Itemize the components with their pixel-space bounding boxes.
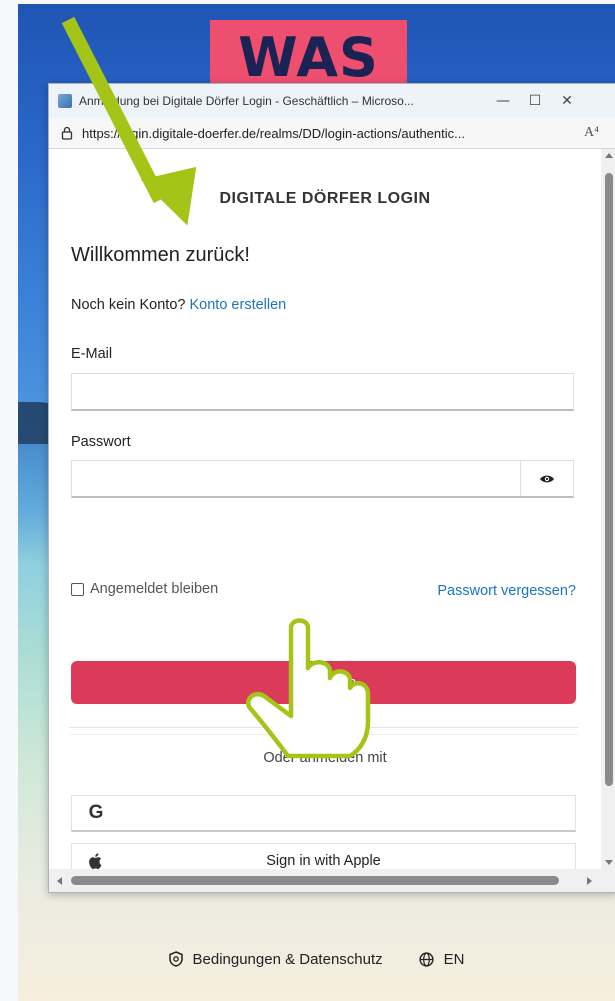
horizontal-scrollbar[interactable]	[49, 869, 615, 892]
apple-login-button[interactable]: Sign in with Apple	[71, 843, 576, 869]
browser-page-icon	[58, 94, 72, 108]
login-page: DIGITALE DÖRFER LOGIN Willkommen zurück!…	[49, 149, 601, 869]
apple-login-label: Sign in with Apple	[266, 853, 381, 869]
cookie-shield-icon	[168, 951, 183, 967]
remember-label: Angemeldet bleiben	[90, 581, 219, 597]
vertical-scrollbar[interactable]	[601, 149, 615, 869]
email-label: E-Mail	[71, 346, 113, 362]
google-icon: G	[88, 802, 104, 823]
lock-icon[interactable]	[61, 126, 73, 140]
window-title: Anmeldung bei Digitale Dörfer Login - Ge…	[79, 94, 414, 108]
no-account-text: Noch kein Konto?	[71, 297, 186, 313]
no-account-line: Noch kein Konto? Konto erstellen	[71, 297, 286, 313]
create-account-link[interactable]: Konto erstellen	[190, 297, 287, 313]
language-label: EN	[443, 950, 465, 968]
password-label: Passwort	[71, 434, 131, 450]
close-button[interactable]: ✕	[551, 84, 583, 118]
minimize-button[interactable]: —	[487, 84, 519, 118]
brand-logo-text: WAS	[238, 26, 379, 89]
scroll-down-arrow-icon[interactable]	[605, 860, 613, 865]
horizontal-scroll-thumb[interactable]	[71, 876, 559, 885]
read-aloud-icon[interactable]: A⁴	[584, 125, 599, 141]
password-field-box	[71, 460, 574, 498]
scroll-right-arrow-icon[interactable]	[587, 877, 592, 885]
remember-checkbox[interactable]	[71, 582, 84, 596]
forgot-password-link[interactable]: Passwort vergessen?	[437, 583, 576, 599]
divider	[69, 727, 578, 735]
login-popup-window: Anmeldung bei Digitale Dörfer Login - Ge…	[48, 83, 615, 893]
password-field[interactable]	[72, 461, 521, 496]
or-login-with-text: Oder anmelden mit	[263, 750, 387, 766]
brand-logo: WAS	[210, 20, 407, 90]
window-titlebar[interactable]: Anmeldung bei Digitale Dörfer Login - Ge…	[49, 84, 615, 118]
email-field[interactable]	[72, 374, 573, 409]
scroll-up-arrow-icon[interactable]	[605, 153, 613, 158]
maximize-button[interactable]: ☐	[519, 84, 551, 118]
remember-me[interactable]: Angemeldet bleiben	[71, 581, 218, 597]
realm-title: DIGITALE DÖRFER LOGIN	[219, 190, 431, 207]
globe-icon	[419, 951, 434, 967]
terms-label: Bedingungen & Datenschutz	[192, 950, 383, 968]
page-footer: Bedingungen & Datenschutz EN	[18, 946, 615, 972]
google-login-button[interactable]: G	[71, 795, 576, 832]
language-switch[interactable]: EN	[419, 950, 465, 968]
terms-link[interactable]: Bedingungen & Datenschutz	[168, 950, 383, 968]
email-field-box	[71, 373, 574, 411]
login-button[interactable]: Anmelden	[71, 661, 576, 704]
eye-icon	[540, 475, 555, 482]
scroll-left-arrow-icon[interactable]	[57, 877, 62, 885]
apple-icon	[89, 853, 102, 869]
address-bar[interactable]: https://login.digitale-doerfer.de/realms…	[49, 118, 615, 149]
vertical-scroll-thumb[interactable]	[605, 173, 613, 786]
show-password-button[interactable]	[520, 461, 573, 496]
url-text[interactable]: https://login.digitale-doerfer.de/realms…	[82, 126, 578, 141]
page-heading: Willkommen zurück!	[71, 244, 250, 266]
